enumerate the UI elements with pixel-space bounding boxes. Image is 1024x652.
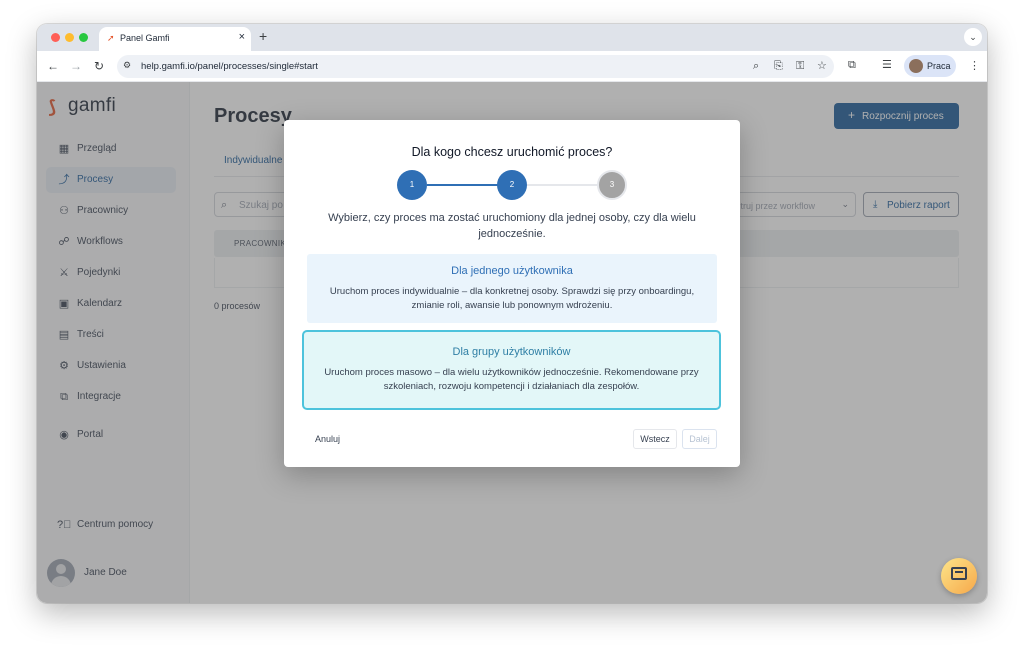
- forward-arrow-icon[interactable]: →: [70, 59, 82, 73]
- gamfi-favicon-icon: ➚: [107, 33, 115, 43]
- browser-window: ➚ Panel Gamfi × + ⌄ ← → ↻ ⚙ help.gamfi.i…: [37, 24, 987, 603]
- chat-icon: [951, 567, 967, 580]
- reading-list-icon[interactable]: ☰: [882, 58, 892, 72]
- chat-button[interactable]: [941, 558, 977, 594]
- back-button[interactable]: Wstecz: [633, 429, 677, 449]
- tab-title: Panel Gamfi: [120, 33, 170, 43]
- option-group-description: Uruchom proces masowo – dla wielu użytko…: [324, 367, 699, 392]
- step-3: 3: [597, 170, 627, 200]
- browser-menu-icon[interactable]: ⋮: [969, 59, 980, 73]
- back-arrow-icon[interactable]: ←: [47, 59, 59, 73]
- option-single-title: Dla jednego użytkownika: [451, 265, 573, 277]
- step-2: 2: [497, 170, 527, 200]
- stepper-line-completed: [427, 184, 499, 186]
- install-app-icon[interactable]: ⎘: [774, 59, 783, 73]
- extensions-icon[interactable]: ⧉: [848, 58, 856, 72]
- tab-bar: ➚ Panel Gamfi × + ⌄: [37, 24, 987, 51]
- option-single-description: Uruchom proces indywidualnie – dla konkr…: [329, 286, 695, 311]
- dialog-title: Dla kogo chcesz uruchomić proces?: [411, 145, 613, 159]
- zoom-window-button[interactable]: [79, 33, 88, 42]
- start-process-dialog: Dla kogo chcesz uruchomić proces? 1 2 3 …: [284, 120, 740, 467]
- dialog-description: Wybierz, czy proces ma zostać uruchomion…: [328, 212, 696, 240]
- reload-icon[interactable]: ↻: [94, 59, 104, 73]
- close-window-button[interactable]: [51, 33, 60, 42]
- profile-avatar: [909, 59, 923, 73]
- tab-search-button[interactable]: ⌄: [964, 28, 982, 46]
- new-tab-button[interactable]: +: [259, 28, 267, 44]
- profile-name: Praca: [927, 61, 951, 71]
- profile-button[interactable]: Praca: [904, 55, 956, 77]
- option-single-user[interactable]: Dla jednego użytkownika Uruchom proces i…: [307, 254, 717, 323]
- address-bar: ← → ↻ ⚙ help.gamfi.io/panel/processes/si…: [37, 51, 987, 82]
- cancel-button[interactable]: Anuluj: [315, 434, 340, 444]
- key-icon[interactable]: ⚿: [796, 59, 804, 73]
- step-1: 1: [397, 170, 427, 200]
- url-text: help.gamfi.io/panel/processes/single#sta…: [141, 61, 318, 72]
- next-button[interactable]: Dalej: [682, 429, 717, 449]
- option-group-title: Dla grupy użytkowników: [452, 346, 571, 358]
- browser-tab[interactable]: ➚ Panel Gamfi ×: [99, 27, 251, 51]
- minimize-window-button[interactable]: [65, 33, 74, 42]
- stepper-line-pending: [527, 184, 599, 186]
- app: ⟆ gamfi ▦ Przegląd ⤴ Procesy ⚇ Pracownic…: [37, 82, 987, 603]
- bookmark-star-icon[interactable]: ☆: [817, 59, 827, 73]
- site-settings-icon[interactable]: ⚙: [123, 60, 131, 71]
- url-field[interactable]: ⚙ help.gamfi.io/panel/processes/single#s…: [117, 55, 834, 78]
- tab-close-icon[interactable]: ×: [239, 31, 245, 43]
- zoom-icon[interactable]: ⌕: [753, 59, 759, 73]
- option-group-users[interactable]: Dla grupy użytkowników Uruchom proces ma…: [302, 330, 721, 410]
